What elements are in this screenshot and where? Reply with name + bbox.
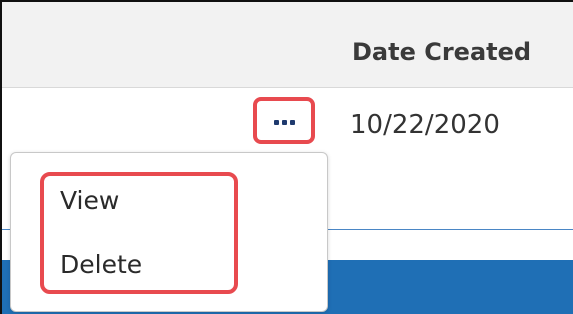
column-header-date-created[interactable]: Date Created — [352, 38, 531, 66]
actions-dropdown-menu — [10, 152, 328, 312]
row-actions-button[interactable] — [253, 97, 315, 144]
ellipsis-icon — [273, 120, 295, 125]
table-header-row: Date Created — [2, 2, 573, 88]
menu-item-delete[interactable]: Delete — [60, 250, 142, 279]
date-created-cell: 10/22/2020 — [350, 110, 500, 140]
menu-item-view[interactable]: View — [60, 186, 119, 215]
